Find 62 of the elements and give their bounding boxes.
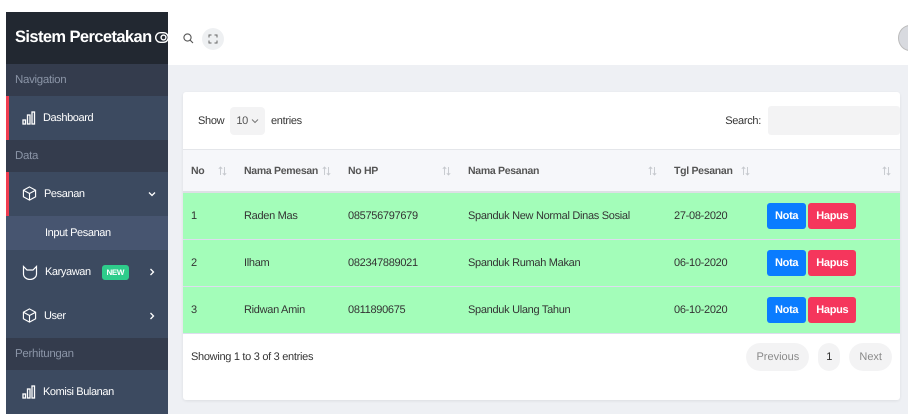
cat-icon: [22, 264, 38, 280]
search-icon[interactable]: [183, 33, 194, 44]
cube-icon: [22, 186, 37, 202]
sidebar-subitem[interactable]: Input Pesanan: [6, 216, 168, 250]
sidebar-item[interactable]: User: [6, 294, 168, 338]
bar-chart-icon: [22, 110, 36, 125]
app-title: Sistem Percetakan: [15, 28, 152, 48]
receipt-button[interactable]: Nota: [767, 203, 806, 229]
show-label: Show: [198, 114, 224, 126]
table-cell: 3: [183, 287, 236, 334]
column-header[interactable]: No HP: [340, 149, 460, 193]
column-header[interactable]: Nama Pemesan: [236, 149, 340, 193]
sort-icon[interactable]: [322, 166, 331, 176]
column-header[interactable]: [759, 149, 900, 193]
receipt-button[interactable]: Nota: [767, 297, 806, 323]
sort-icon[interactable]: [648, 166, 657, 176]
sidebar-item[interactable]: Karyawan NEW: [6, 250, 168, 294]
toggle-icon[interactable]: [154, 32, 169, 44]
sort-icon[interactable]: [218, 166, 227, 176]
sort-icon[interactable]: [741, 166, 750, 176]
table-cell: 082347889021: [340, 240, 460, 287]
receipt-button[interactable]: Nota: [767, 250, 806, 276]
chevron-right-icon: [148, 312, 156, 320]
chevron-down-icon: [250, 118, 259, 124]
table-cell: 085756797679: [340, 193, 460, 240]
delete-button[interactable]: Hapus: [808, 203, 856, 229]
table-cell: 2: [183, 240, 236, 287]
search-label: Search:: [725, 114, 761, 126]
table-cell: Raden Mas: [236, 193, 340, 240]
sort-icon[interactable]: [442, 166, 451, 176]
bar-chart-icon: [22, 385, 36, 400]
delete-button[interactable]: Hapus: [808, 297, 856, 323]
table-cell: Spanduk Rumah Makan: [460, 240, 666, 287]
page-button[interactable]: 1: [818, 343, 840, 371]
table-cell: 06-10-2020: [666, 287, 759, 334]
sort-icon[interactable]: [882, 166, 891, 176]
table-cell: Ilham: [236, 240, 340, 287]
cube-icon: [22, 308, 37, 324]
table-cell: 06-10-2020: [666, 240, 759, 287]
table-info: Showing 1 to 3 of 3 entries: [191, 351, 314, 363]
search-field[interactable]: [768, 106, 900, 135]
table-cell: Ridwan Amin: [236, 287, 340, 334]
chevron-down-icon: [148, 190, 156, 198]
table-cell: 27-08-2020: [666, 193, 759, 240]
column-header[interactable]: Tgl Pesanan: [666, 149, 759, 193]
sidebar-section: Data: [6, 140, 168, 172]
table-cell: 1: [183, 193, 236, 240]
table-cell: 0811890675: [340, 287, 460, 334]
table-cell: Spanduk New Normal Dinas Sosial: [460, 193, 666, 240]
entries-label: entries: [270, 114, 302, 126]
column-header[interactable]: No: [183, 149, 236, 193]
chevron-right-icon: [148, 268, 156, 276]
table-cell: Spanduk Ulang Tahun: [460, 287, 666, 334]
delete-button[interactable]: Hapus: [808, 250, 856, 276]
column-header[interactable]: Nama Pesanan: [460, 149, 666, 193]
new-badge: NEW: [102, 264, 129, 280]
sidebar-section: Perhitungan: [6, 338, 168, 370]
sidebar-item[interactable]: Komisi Bulanan: [6, 370, 168, 414]
fullscreen-icon: [208, 34, 218, 44]
fullscreen-button[interactable]: [202, 28, 224, 50]
sidebar-section: Navigation: [6, 64, 168, 96]
entries-dropdown[interactable]: 10: [230, 106, 265, 134]
